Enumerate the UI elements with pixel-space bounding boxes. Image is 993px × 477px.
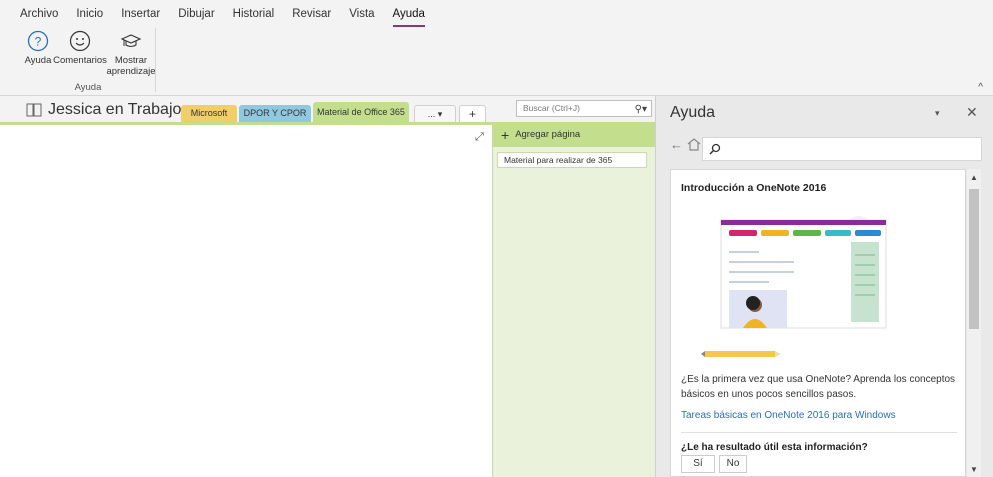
search-icon[interactable]: ⚲▾	[635, 102, 647, 117]
home-icon[interactable]	[687, 138, 701, 151]
scrollbar-thumb[interactable]	[969, 189, 979, 329]
add-section-tab[interactable]: +	[459, 105, 486, 122]
notebook-title: Jessica en Trabajo	[48, 101, 182, 118]
menu-revisar[interactable]: Revisar	[292, 4, 331, 24]
tab-material-office-365[interactable]: Material de Office 365	[313, 102, 409, 122]
basic-tasks-link[interactable]: Tareas básicas en OneNote 2016 para Wind…	[681, 410, 896, 421]
feedback-question: ¿Le ha resultado útil esta información?	[681, 442, 868, 453]
ribbon-group-label: Ayuda	[74, 82, 102, 93]
show-training-button[interactable]: Mostrar aprendizaje	[106, 30, 156, 77]
scroll-up-icon[interactable]: ▲	[970, 173, 978, 182]
plus-icon: +	[501, 126, 510, 143]
more-sections-tab[interactable]: ... ▾	[414, 105, 456, 122]
menu-ayuda[interactable]: Ayuda	[392, 4, 426, 27]
help-scrollbar[interactable]: ▲ ▼	[967, 169, 981, 477]
page-item[interactable]: Material para realizar de 365	[497, 152, 647, 168]
back-arrow-icon[interactable]: ←	[670, 137, 683, 152]
help-button-label: Ayuda	[24, 55, 52, 66]
pane-options-icon[interactable]: ▾	[935, 108, 940, 119]
card-description: ¿Es la primera vez que usa OneNote? Apre…	[681, 374, 956, 400]
show-training-label: Mostrar aprendizaje	[106, 55, 156, 77]
menu-insertar[interactable]: Insertar	[121, 4, 160, 24]
help-pane-title: Ayuda	[670, 104, 716, 121]
menu-inicio[interactable]: Inicio	[76, 4, 103, 24]
help-card: Introducción a OneNote 2016 ¿Es la prime…	[670, 169, 966, 477]
feedback-button[interactable]: Comentarios	[53, 30, 107, 66]
ribbon-group-ayuda: ? Ayuda Comentarios Mostrar aprendizaje …	[20, 28, 156, 93]
add-page-button[interactable]: + Agregar página	[493, 122, 656, 147]
notebook-icon	[26, 103, 42, 117]
divider	[681, 432, 957, 433]
graduation-cap-icon	[120, 34, 142, 48]
help-pane: Ayuda ▾ ✕ ← Introducción a OneNote 2016	[655, 96, 993, 477]
help-nav: ←	[670, 137, 701, 152]
menu-historial[interactable]: Historial	[233, 4, 275, 24]
svg-text:?: ?	[35, 35, 42, 49]
scroll-down-icon[interactable]: ▼	[970, 465, 978, 474]
menu-bar: Archivo Inicio Insertar Dibujar Historia…	[0, 0, 443, 28]
menu-archivo[interactable]: Archivo	[20, 4, 58, 24]
ribbon-collapse-icon[interactable]: ^	[978, 82, 983, 93]
feedback-yes-button[interactable]: Sí	[681, 455, 715, 473]
tab-microsoft[interactable]: Microsoft	[181, 105, 237, 122]
page-list: + Agregar página Material para realizar …	[492, 122, 656, 477]
notebook-bar: Jessica en Trabajo ▾ Microsoft DPOR Y CP…	[0, 96, 655, 122]
feedback-button-label: Comentarios	[53, 55, 107, 66]
feedback-no-button[interactable]: No	[719, 455, 747, 473]
onenote-illustration	[701, 216, 887, 357]
menu-vista[interactable]: Vista	[349, 4, 374, 24]
ribbon: Archivo Inicio Insertar Dibujar Historia…	[0, 0, 993, 96]
help-search-input[interactable]	[702, 137, 982, 161]
expand-icon[interactable]: ⤢	[475, 131, 484, 144]
notebook-selector[interactable]: Jessica en Trabajo ▾	[26, 101, 192, 119]
tab-dpor-cpor[interactable]: DPOR Y CPOR	[239, 105, 311, 122]
card-title: Introducción a OneNote 2016	[681, 182, 827, 194]
help-icon: ?	[27, 30, 49, 52]
search-placeholder: Buscar (Ctrl+J)	[523, 103, 580, 113]
menu-dibujar[interactable]: Dibujar	[178, 4, 214, 24]
search-icon	[709, 143, 721, 155]
close-icon[interactable]: ✕	[966, 104, 978, 121]
smiley-icon	[69, 30, 91, 52]
page-canvas[interactable]	[0, 122, 492, 477]
help-button[interactable]: ? Ayuda	[24, 30, 52, 66]
add-page-label: Agregar página	[515, 129, 581, 140]
search-input[interactable]: Buscar (Ctrl+J) ⚲▾	[516, 100, 652, 117]
